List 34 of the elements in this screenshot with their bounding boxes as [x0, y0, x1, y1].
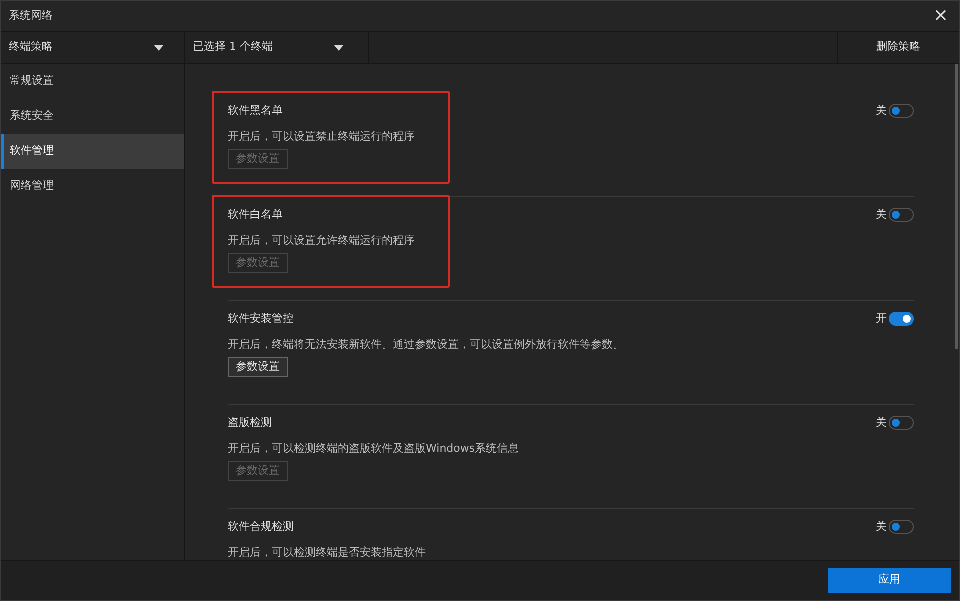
- section-title: 软件白名单: [228, 208, 284, 222]
- caret-icon: [154, 44, 164, 50]
- toggle-switch[interactable]: [889, 312, 914, 326]
- section-title: 软件合规检测: [228, 520, 295, 534]
- terminal-dropdown[interactable]: 已选择 1 个终端: [185, 32, 369, 63]
- section-description: 开启后，可以检测终端的盗版软件及盗版Windows系统信息: [228, 442, 520, 456]
- scrollbar[interactable]: [955, 64, 958, 349]
- window-title: 系统网络: [9, 8, 53, 24]
- apply-button[interactable]: 应用: [828, 568, 951, 593]
- section-title: 软件黑名单: [228, 104, 284, 118]
- section-description: 开启后，可以设置允许终端运行的程序: [228, 234, 415, 248]
- section-title: 盗版检测: [228, 416, 273, 430]
- sidebar-item[interactable]: 常规设置: [1, 64, 184, 99]
- close-button[interactable]: ×: [931, 6, 951, 26]
- sidebar-item[interactable]: 系统安全: [1, 99, 184, 134]
- section-description: 开启后，可以设置禁止终端运行的程序: [228, 130, 415, 144]
- toggle-switch[interactable]: [889, 104, 914, 118]
- policy-dropdown[interactable]: 终端策略: [1, 32, 185, 63]
- section-description: 开启后，终端将无法安装新软件。通过参数设置，可以设置例外放行软件等参数。: [228, 338, 624, 352]
- section-title: 软件安装管控: [228, 312, 295, 326]
- toggle-label: 关: [876, 416, 887, 430]
- sidebar-item[interactable]: 网络管理: [1, 169, 184, 204]
- toggle-label: 关: [876, 208, 887, 222]
- delete-policy-button[interactable]: 删除策略: [837, 32, 959, 63]
- toggle-switch[interactable]: [889, 416, 914, 430]
- toggle-label: 关: [876, 520, 887, 534]
- toggle-label: 关: [876, 104, 887, 118]
- sidebar-item[interactable]: 软件管理: [1, 134, 184, 169]
- parameter-settings-button[interactable]: 参数设置: [228, 357, 288, 377]
- toggle-label: 开: [876, 312, 887, 326]
- toggle-switch[interactable]: [889, 208, 914, 222]
- section-description: 开启后，可以检测终端是否安装指定软件: [228, 546, 426, 560]
- toggle-switch[interactable]: [889, 520, 914, 534]
- caret-icon: [334, 44, 344, 50]
